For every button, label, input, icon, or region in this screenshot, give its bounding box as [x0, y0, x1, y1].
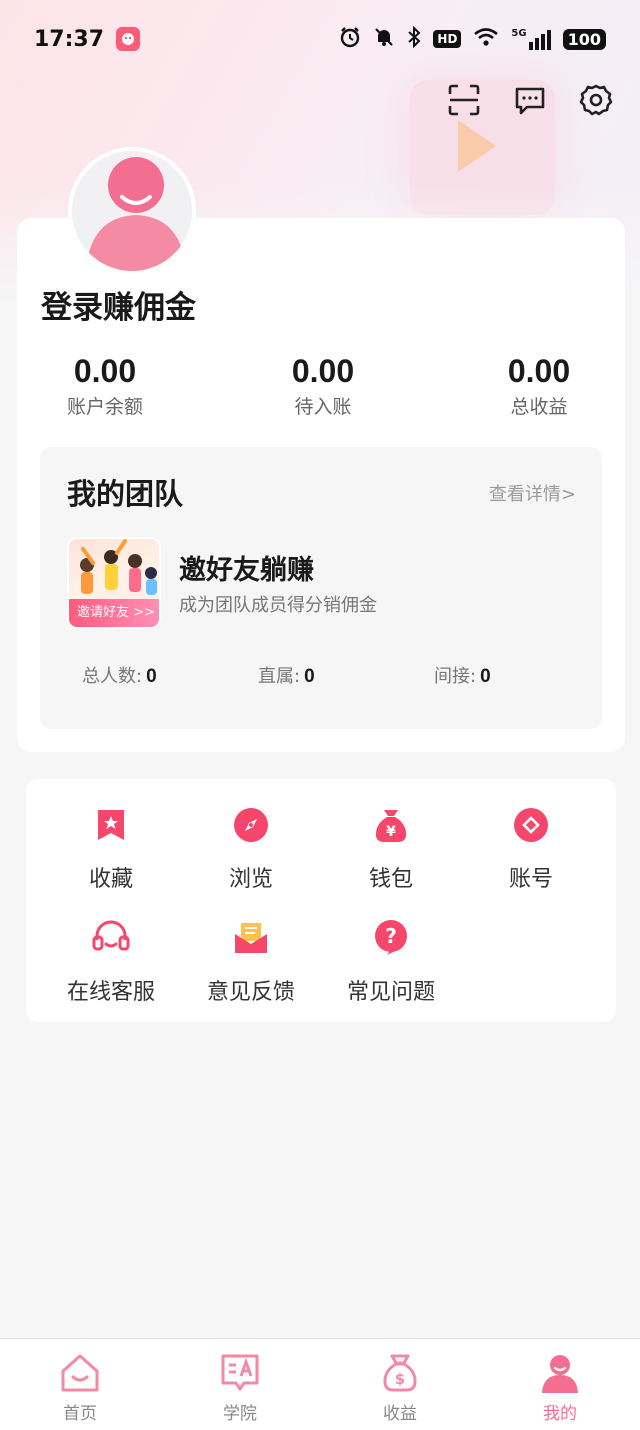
invite-title[interactable]: 邀好友躺赚: [179, 548, 314, 587]
wifi-icon: [473, 27, 499, 51]
status-bar: 17:37 HD 5G 100: [0, 0, 640, 78]
bottom-tab-bar: 首页 学院 $ 收益 我的: [0, 1338, 640, 1430]
service-faq[interactable]: ? 常见问题: [321, 918, 461, 1006]
tab-label: 学院: [223, 1404, 257, 1424]
service-label: 收藏: [88, 867, 133, 892]
envelope-icon: [231, 918, 271, 958]
svg-text:$: $: [395, 1370, 405, 1388]
login-link[interactable]: 登录赚佣金: [41, 282, 196, 327]
mute-icon: [373, 26, 395, 52]
question-icon: ?: [371, 918, 411, 958]
services-grid: 收藏 浏览 ¥ 钱包 账号 在线客服 意见反馈 ? 常见问题: [26, 779, 616, 1022]
settings-icon[interactable]: [578, 82, 614, 118]
headset-icon: [91, 918, 131, 958]
home-icon: [58, 1351, 102, 1395]
stat-balance[interactable]: 0.00 账户余额: [55, 352, 155, 419]
earnings-icon: $: [378, 1351, 422, 1395]
header-actions: [446, 82, 614, 118]
service-label: 浏览: [228, 867, 273, 892]
invite-banner-image[interactable]: 邀请好友 >>: [67, 537, 161, 629]
service-favorites[interactable]: 收藏: [41, 805, 181, 893]
tab-label: 我的: [543, 1404, 577, 1424]
hd-badge: HD: [433, 30, 462, 48]
service-label: 常见问题: [346, 980, 435, 1005]
bluetooth-icon: [407, 25, 421, 52]
team-title: 我的团队: [67, 477, 184, 511]
service-label: 钱包: [368, 867, 413, 892]
tab-label: 收益: [383, 1404, 417, 1424]
signal-icon: 5G: [511, 28, 551, 50]
bookmark-icon: [91, 805, 131, 845]
alarm-icon: [339, 26, 361, 52]
message-icon[interactable]: [512, 82, 548, 118]
team-count-indirect: 间接: 0: [434, 666, 491, 687]
stat-value: 0.00: [73, 353, 137, 389]
stat-value: 0.00: [291, 353, 355, 389]
stat-pending[interactable]: 0.00 待入账: [273, 352, 373, 419]
scan-icon[interactable]: [446, 82, 482, 118]
service-account[interactable]: 账号: [461, 805, 601, 893]
tab-earnings[interactable]: $ 收益: [360, 1351, 440, 1424]
stat-label: 总收益: [510, 396, 568, 418]
money-bag-icon: ¥: [371, 805, 411, 845]
avatar[interactable]: [68, 147, 196, 275]
tab-label: 首页: [63, 1404, 97, 1424]
invite-subtitle: 成为团队成员得分销佣金: [179, 595, 377, 616]
tab-home[interactable]: 首页: [40, 1351, 120, 1424]
team-count-direct: 直属: 0: [258, 666, 315, 687]
service-customer-support[interactable]: 在线客服: [41, 918, 181, 1006]
service-label: 在线客服: [66, 980, 155, 1005]
stat-label: 账户余额: [66, 396, 143, 418]
stat-value: 0.00: [507, 353, 571, 389]
svg-text:?: ?: [385, 924, 397, 948]
battery-indicator: 100: [562, 28, 606, 50]
service-label: 账号: [508, 867, 553, 892]
earnings-stats: 0.00 账户余额 0.00 待入账 0.00 总收益: [17, 352, 625, 422]
team-count-total: 总人数: 0: [82, 666, 157, 687]
invite-badge: 邀请好友 >>: [69, 599, 159, 627]
tab-academy[interactable]: 学院: [200, 1351, 280, 1424]
my-team-panel: 我的团队 查看详情> 邀请好友 >> 邀好友躺赚 成为团队成员得分销佣金 总人数…: [40, 447, 602, 729]
stat-total-income[interactable]: 0.00 总收益: [489, 352, 589, 419]
tab-profile[interactable]: 我的: [520, 1351, 600, 1424]
svg-text:¥: ¥: [386, 824, 396, 840]
account-card: 登录赚佣金 0.00 账户余额 0.00 待入账 0.00 总收益 我的团队 查…: [17, 218, 625, 752]
service-history[interactable]: 浏览: [181, 805, 321, 893]
app-notification-icon: [116, 27, 141, 51]
stat-label: 待入账: [294, 396, 352, 418]
service-label: 意见反馈: [206, 980, 295, 1005]
academy-icon: [218, 1351, 262, 1395]
team-detail-link[interactable]: 查看详情>: [489, 480, 576, 506]
service-feedback[interactable]: 意见反馈: [181, 918, 321, 1006]
profile-icon: [538, 1351, 582, 1395]
compass-icon: [231, 805, 271, 845]
account-icon: [511, 805, 551, 845]
service-wallet[interactable]: ¥ 钱包: [321, 805, 461, 893]
status-time: 17:37: [34, 26, 105, 52]
